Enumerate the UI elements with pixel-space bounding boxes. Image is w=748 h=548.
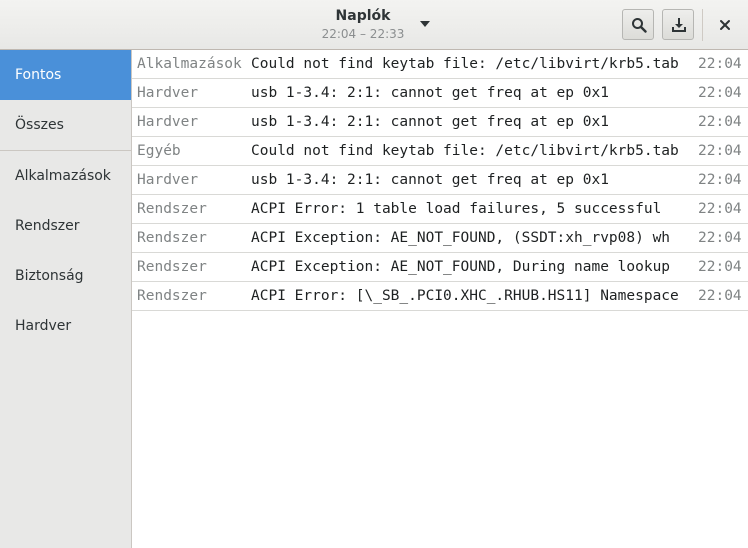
log-message: Could not find keytab file: /etc/libvirt… [251, 143, 679, 159]
log-row[interactable]: Hardver usb 1-3.4: 2:1: cannot get freq … [132, 108, 748, 137]
header-separator [702, 9, 703, 41]
log-row[interactable]: Hardver usb 1-3.4: 2:1: cannot get freq … [132, 166, 748, 195]
log-message: usb 1-3.4: 2:1: cannot get freq at ep 0x… [251, 85, 609, 101]
log-time: 22:04 [698, 230, 742, 246]
log-category: Hardver [137, 114, 199, 130]
close-icon [720, 20, 730, 30]
title-block: Naplók 22:04 – 22:33 [0, 0, 726, 50]
log-time: 22:04 [698, 172, 742, 188]
log-message: ACPI Error: [\_SB_.PCI0.XHC_.RHUB.HS11] … [251, 288, 679, 304]
search-button[interactable] [622, 9, 654, 40]
sidebar-item-osszes[interactable]: Összes [0, 100, 131, 150]
log-message: usb 1-3.4: 2:1: cannot get freq at ep 0x… [251, 172, 609, 188]
log-row[interactable]: Rendszer ACPI Exception: AE_NOT_FOUND, (… [132, 224, 748, 253]
log-time: 22:04 [698, 85, 742, 101]
log-category: Alkalmazások [137, 56, 242, 72]
log-time: 22:04 [698, 288, 742, 304]
sidebar-item-alkalmazasok[interactable]: Alkalmazások [0, 151, 131, 201]
download-icon [672, 18, 686, 32]
sidebar-item-fontos[interactable]: Fontos [0, 50, 131, 100]
log-message: ACPI Error: 1 table load failures, 5 suc… [251, 201, 662, 217]
sidebar-item-biztonsag[interactable]: Biztonság [0, 251, 131, 301]
log-category: Hardver [137, 172, 199, 188]
log-category: Hardver [137, 85, 199, 101]
log-row[interactable]: Rendszer ACPI Error: 1 table load failur… [132, 195, 748, 224]
time-range-subtitle: 22:04 – 22:33 [321, 27, 405, 41]
log-list: Alkalmazások Could not find keytab file:… [132, 50, 748, 548]
log-time: 22:04 [698, 56, 742, 72]
log-category: Rendszer [137, 288, 207, 304]
log-time: 22:04 [698, 259, 742, 275]
log-row[interactable]: Hardver usb 1-3.4: 2:1: cannot get freq … [132, 79, 748, 108]
chevron-down-icon[interactable] [420, 21, 430, 27]
log-message: ACPI Exception: AE_NOT_FOUND, (SSDT:xh_r… [251, 230, 671, 246]
log-category: Rendszer [137, 201, 207, 217]
log-row[interactable]: Rendszer ACPI Exception: AE_NOT_FOUND, D… [132, 253, 748, 282]
log-viewer-window: Naplók 22:04 – 22:33 Fontos Összes Alkal… [0, 0, 748, 548]
window-title: Naplók [335, 8, 391, 24]
log-message: usb 1-3.4: 2:1: cannot get freq at ep 0x… [251, 114, 609, 130]
export-button[interactable] [662, 9, 694, 40]
log-time: 22:04 [698, 114, 742, 130]
log-row[interactable]: Alkalmazások Could not find keytab file:… [132, 50, 748, 79]
sidebar-item-hardver[interactable]: Hardver [0, 301, 131, 351]
close-button[interactable] [713, 13, 737, 37]
log-time: 22:04 [698, 201, 742, 217]
log-time: 22:04 [698, 143, 742, 159]
log-category: Rendszer [137, 259, 207, 275]
category-sidebar: Fontos Összes Alkalmazások Rendszer Bizt… [0, 50, 132, 548]
log-category: Rendszer [137, 230, 207, 246]
header-bar: Naplók 22:04 – 22:33 [0, 0, 748, 50]
log-category: Egyéb [137, 143, 181, 159]
log-message: ACPI Exception: AE_NOT_FOUND, During nam… [251, 259, 671, 275]
search-icon [632, 18, 647, 33]
sidebar-item-rendszer[interactable]: Rendszer [0, 201, 131, 251]
log-row[interactable]: Egyéb Could not find keytab file: /etc/l… [132, 137, 748, 166]
log-row[interactable]: Rendszer ACPI Error: [\_SB_.PCI0.XHC_.RH… [132, 282, 748, 311]
log-message: Could not find keytab file: /etc/libvirt… [251, 56, 679, 72]
